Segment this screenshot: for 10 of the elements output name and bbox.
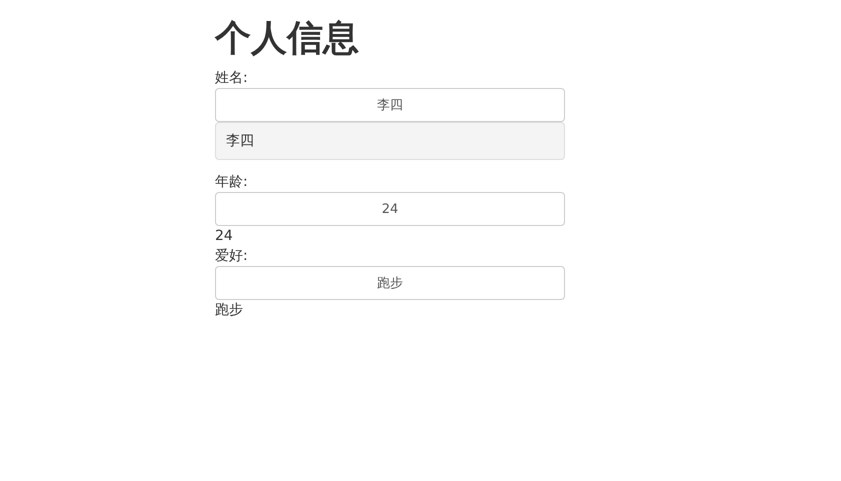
input-field[interactable]: 24: [215, 192, 565, 226]
field-label: 姓名:: [215, 69, 248, 88]
field-label: 年龄:: [215, 173, 248, 192]
output-text: 跑步: [215, 301, 243, 320]
field-label: 爱好:: [215, 247, 248, 266]
output-text: 24: [215, 227, 233, 246]
output-box: 李四: [215, 122, 565, 160]
input-field[interactable]: 李四: [215, 88, 565, 122]
page-title: 个人信息: [215, 17, 359, 61]
input-field[interactable]: 跑步: [215, 266, 565, 300]
